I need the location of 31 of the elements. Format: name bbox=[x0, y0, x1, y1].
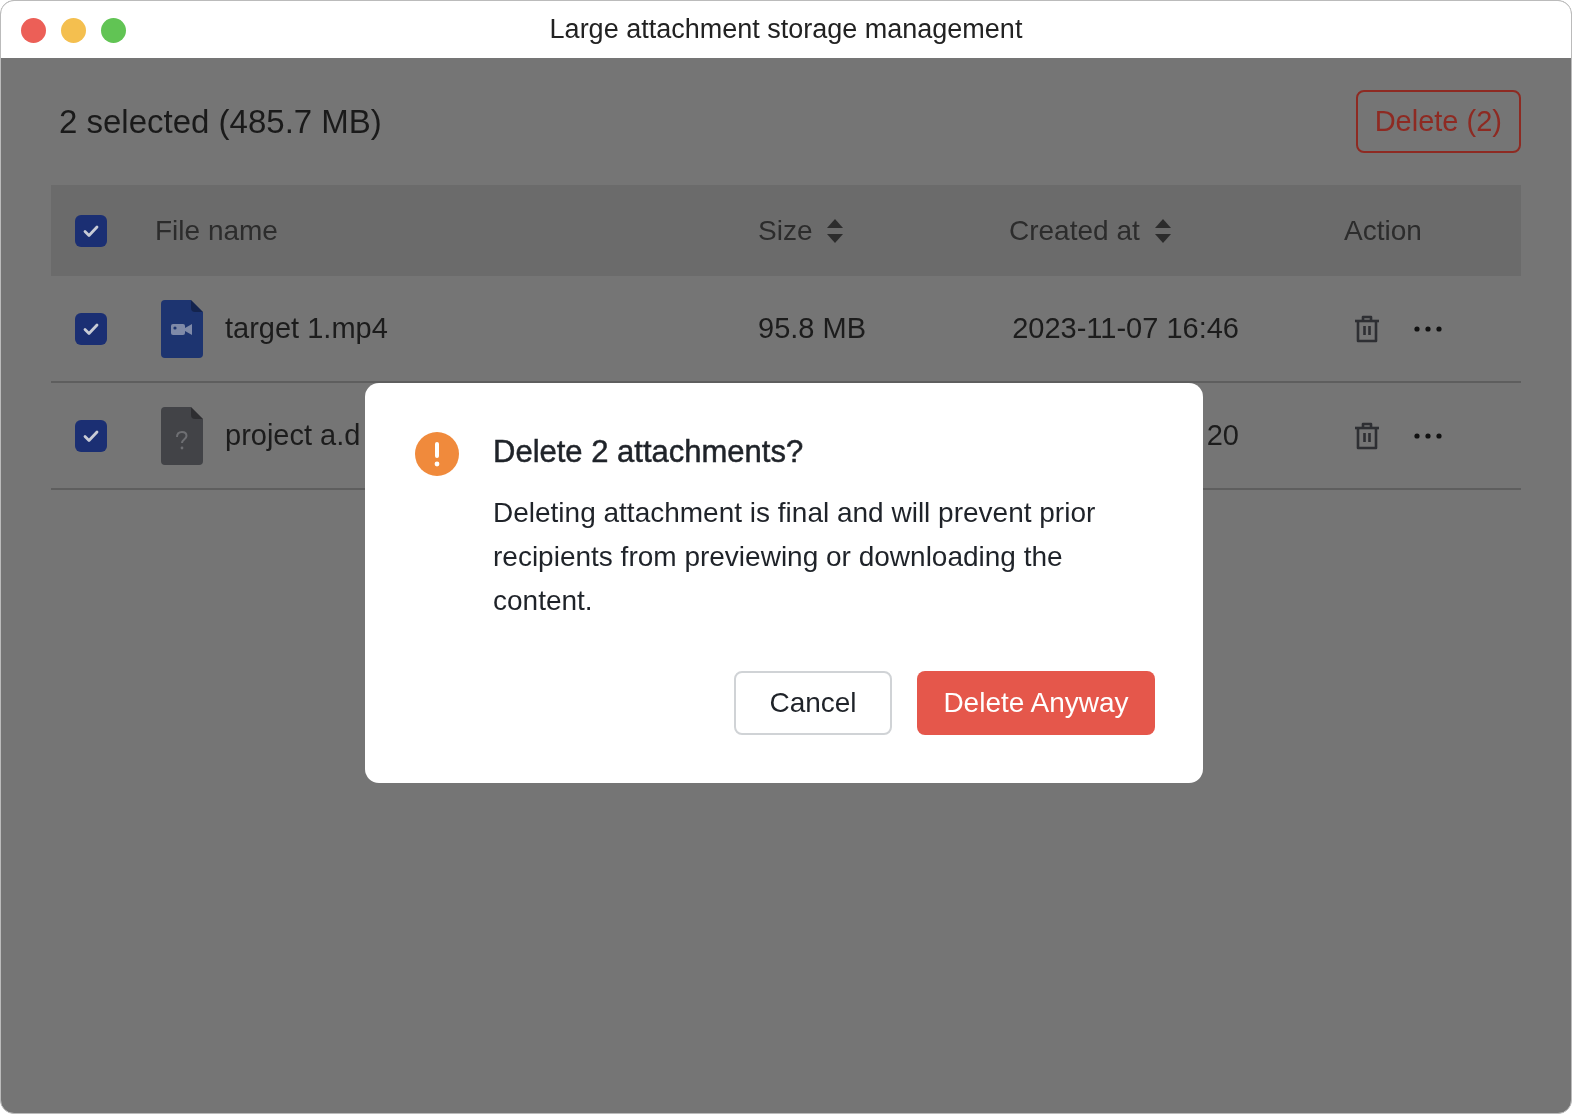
checkbox[interactable] bbox=[75, 214, 107, 247]
column-header: File name bbox=[155, 214, 278, 247]
trash-icon[interactable] bbox=[1354, 421, 1380, 450]
checkbox[interactable] bbox=[75, 312, 107, 345]
column-header[interactable]: Size bbox=[758, 214, 813, 247]
sort-icon[interactable] bbox=[1153, 217, 1172, 244]
sort-icon[interactable] bbox=[826, 217, 845, 244]
zoom-button[interactable] bbox=[101, 18, 126, 43]
column-header[interactable]: Created at bbox=[1009, 214, 1140, 247]
more-icon[interactable] bbox=[1414, 325, 1442, 332]
dialog-message: Deleting attachment is final and will prevent prior recipients from previewing or downloading the content. bbox=[493, 496, 1097, 618]
created-date: 2023-11-07 16:46 bbox=[1011, 312, 1239, 345]
selection-summary: 2 selected (485.7 MB) bbox=[58, 102, 382, 141]
created-date: 20 bbox=[1205, 419, 1239, 452]
minimize-button[interactable] bbox=[61, 18, 86, 43]
close-button[interactable] bbox=[21, 18, 46, 43]
file-name: target 1.mp4 bbox=[225, 312, 388, 345]
checkbox[interactable] bbox=[75, 419, 107, 452]
file-size: 95.8 MB bbox=[758, 312, 866, 344]
cancel-button[interactable]: Cancel bbox=[734, 671, 892, 735]
window-title: Large attachment storage management bbox=[549, 14, 1023, 45]
video-file-icon bbox=[161, 299, 203, 358]
unknown-file-icon bbox=[161, 406, 203, 465]
delete-button[interactable]: Delete (2) bbox=[1355, 90, 1521, 153]
column-header: Action bbox=[1344, 214, 1422, 247]
trash-icon[interactable] bbox=[1354, 314, 1380, 343]
warning-icon bbox=[415, 432, 459, 476]
file-name: project a.d bbox=[225, 419, 361, 452]
dialog-title: Delete 2 attachments? bbox=[493, 433, 805, 471]
delete-anyway-button[interactable]: Delete Anyway bbox=[917, 671, 1155, 735]
more-icon[interactable] bbox=[1414, 432, 1442, 439]
